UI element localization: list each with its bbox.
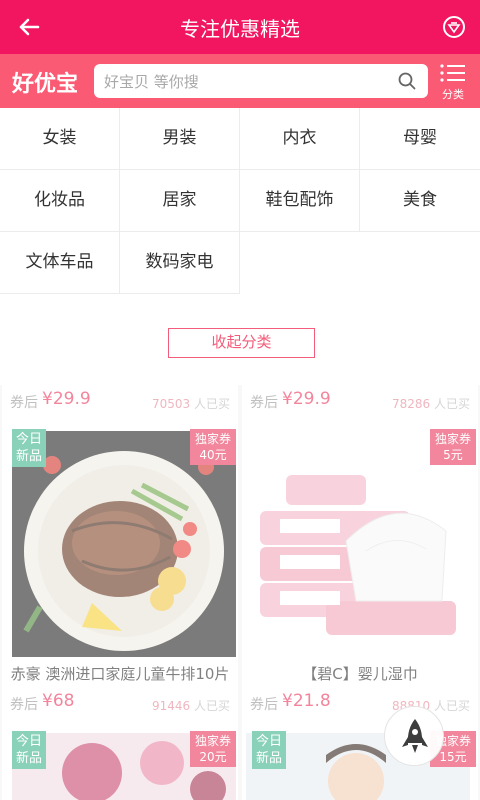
price: ¥21.8 (282, 691, 331, 711)
product-card[interactable]: 券后 ¥29.9 70503 人已买 今日 新品 独家券 40元 赤豪 澳洲进口… (2, 385, 238, 690)
product-card[interactable]: 券后 ¥68 91446 人已买 今日 新品 独家券 20元 (2, 687, 238, 800)
category-item[interactable]: 美食 (360, 170, 480, 232)
brand-logo: 好优宝 (12, 72, 79, 97)
category-item[interactable]: 男装 (120, 108, 240, 170)
category-item[interactable]: 化妆品 (0, 170, 120, 232)
product-card[interactable]: 券后 ¥29.9 78286 人已买 独家券 5元 【碧C】婴儿湿巾 (242, 385, 478, 690)
sold-count: 78286 人已买 (391, 397, 470, 411)
search-input[interactable]: 好宝贝 等你搜 (94, 64, 428, 98)
category-item[interactable]: 内衣 (240, 108, 360, 170)
after-coupon-label: 券后 (250, 395, 278, 411)
sold-count: 91446 人已买 (151, 699, 230, 713)
new-item-tag: 今日 新品 (12, 429, 46, 467)
price: ¥29.9 (42, 389, 91, 409)
new-item-tag: 今日 新品 (252, 731, 286, 769)
search-bar: 好优宝 好宝贝 等你搜 分类 (0, 54, 480, 108)
search-icon[interactable] (398, 72, 416, 90)
rocket-icon (402, 719, 428, 753)
category-item[interactable]: 女装 (0, 108, 120, 170)
category-item[interactable]: 鞋包配饰 (240, 170, 360, 232)
after-coupon-label: 券后 (250, 697, 278, 713)
product-name: 【碧C】婴儿湿巾 (302, 665, 418, 683)
price: ¥29.9 (282, 389, 331, 409)
price-row: 券后 ¥29.9 78286 人已买 (242, 385, 478, 419)
app-header: 专注优惠精选 (0, 0, 480, 54)
after-coupon-label: 券后 (10, 395, 38, 411)
coupon-tag: 独家券 40元 (190, 429, 236, 465)
price-row: 券后 ¥68 91446 人已买 (2, 687, 238, 721)
after-coupon-label: 券后 (10, 697, 38, 713)
coupon-tag: 独家券 5元 (430, 429, 476, 465)
search-placeholder: 好宝贝 等你搜 (104, 73, 199, 91)
page-title: 专注优惠精选 (180, 17, 300, 41)
category-item[interactable]: 数码家电 (120, 232, 240, 294)
price: ¥68 (42, 691, 75, 711)
vip-badge-icon[interactable] (442, 15, 466, 39)
category-item[interactable]: 居家 (120, 170, 240, 232)
sold-count: 70503 人已买 (151, 397, 230, 411)
back-to-top-button[interactable] (384, 706, 444, 766)
category-label: 分类 (442, 88, 464, 101)
category-item[interactable]: 文体车品 (0, 232, 120, 294)
price-row: 券后 ¥29.9 70503 人已买 (2, 385, 238, 419)
list-icon (440, 64, 465, 82)
new-item-tag: 今日 新品 (12, 731, 46, 769)
category-item[interactable]: 母婴 (360, 108, 480, 170)
collapse-categories-button[interactable]: 收起分类 (168, 328, 315, 358)
coupon-tag: 独家券 20元 (190, 731, 236, 767)
product-name: 赤豪 澳洲进口家庭儿童牛排10片 (10, 665, 230, 683)
category-button[interactable]: 分类 (438, 62, 468, 102)
